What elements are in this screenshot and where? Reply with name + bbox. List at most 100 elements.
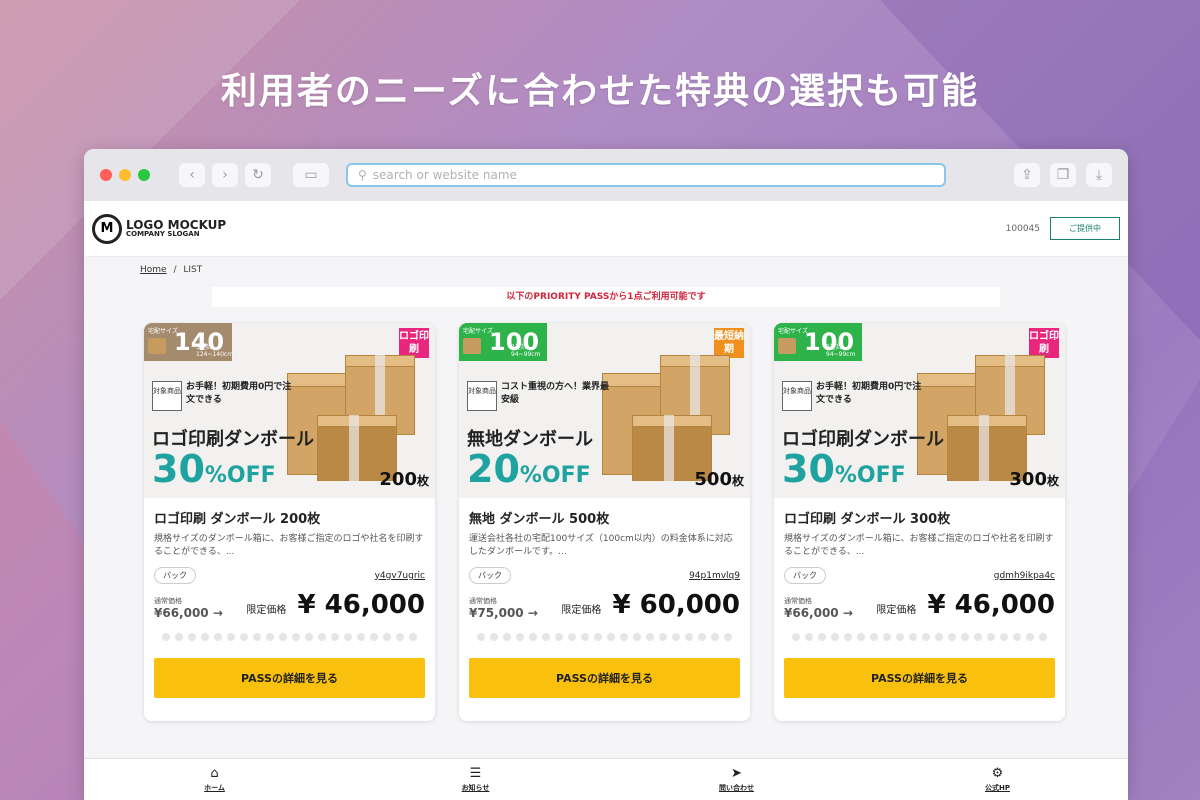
- target-label: 対象商品: [467, 381, 497, 411]
- tabs-icon[interactable]: ❐: [1050, 163, 1076, 187]
- sale-price-label: 限定価格: [876, 605, 917, 616]
- quantity-unit: 枚: [416, 474, 429, 488]
- size-label: 宅配サイズ: [778, 328, 808, 335]
- pass-detail-button[interactable]: PASSの詳細を見る: [154, 658, 425, 698]
- discount-value: 30: [782, 447, 835, 491]
- address-bar[interactable]: ⚲ search or website name: [346, 163, 946, 187]
- category-tag: パック: [784, 567, 826, 584]
- size-label: 宅配サイズ: [463, 328, 493, 335]
- pass-code[interactable]: gdmh9ikpa4c: [994, 571, 1055, 581]
- size-range: 3辺計 124~140cm: [196, 344, 234, 358]
- discount-value: 30: [152, 447, 205, 491]
- box-icon: [778, 338, 796, 354]
- size-badge: 宅配サイズ 140 3辺計 124~140cm: [144, 323, 234, 361]
- discount-unit: %OFF: [204, 463, 276, 488]
- regular-price: ¥66,000 →: [784, 606, 853, 620]
- product-banner: 宅配サイズ 100 3辺計 94~99cm 最短納期 対象商品 コスト重視の方へ…: [459, 323, 750, 498]
- quantity-unit: 枚: [1046, 474, 1059, 488]
- target-label: 対象商品: [152, 381, 182, 411]
- regular-price: ¥75,000 →: [469, 606, 538, 620]
- box-icon: [148, 338, 166, 354]
- pass-code[interactable]: y4gv7ugric: [375, 571, 425, 581]
- list-icon: ☰: [469, 766, 482, 781]
- card-description: 運送会社各社の宅配100サイズ（100cm以内）の料金体系に対応したダンボールで…: [469, 534, 733, 557]
- nav-label: 公式HP: [985, 784, 1010, 792]
- pass-card[interactable]: 宅配サイズ 100 3辺計 94~99cm 最短納期 対象商品 コスト重視の方へ…: [459, 323, 750, 721]
- nav-item-home[interactable]: ⌂ ホーム: [84, 759, 345, 800]
- nav-label: 問い合わせ: [719, 784, 754, 792]
- logo-mark-icon: M: [92, 213, 122, 244]
- discount-unit: %OFF: [834, 463, 906, 488]
- product-banner: 宅配サイズ 100 3辺計 94~99cm ロゴ印刷 対象商品 お手軽！初期費用…: [774, 323, 1065, 498]
- sale-price: ¥ 60,000: [612, 590, 740, 620]
- perforation-divider: [144, 630, 435, 644]
- nav-item-contact[interactable]: ➤ 問い合わせ: [606, 759, 867, 800]
- pass-card-list: 宅配サイズ 140 3辺計 124~140cm ロゴ印刷 対象商品 お手軽！初期…: [144, 323, 1128, 721]
- breadcrumb-home-link[interactable]: Home: [140, 265, 167, 275]
- cardboard-box-illustration: [907, 345, 1057, 485]
- sale-price: ¥ 46,000: [927, 590, 1055, 620]
- notice-banner: 以下のPRIORITY PASSから1点ご利用可能です: [212, 287, 1000, 307]
- close-window-button[interactable]: [100, 169, 112, 181]
- browser-toolbar: ‹ › ↻ ▭ ⚲ search or website name ⇪ ❐ ⤓: [84, 149, 1128, 201]
- site-logo[interactable]: M LOGO MOCKUP COMPANY SLOGAN: [92, 213, 226, 244]
- pass-card[interactable]: 宅配サイズ 140 3辺計 124~140cm ロゴ印刷 対象商品 お手軽！初期…: [144, 323, 435, 721]
- perforation-divider: [774, 630, 1065, 644]
- forward-icon[interactable]: ›: [212, 163, 238, 187]
- nav-item-official-site[interactable]: ⚙ 公式HP: [867, 759, 1128, 800]
- share-icon[interactable]: ⇪: [1014, 163, 1040, 187]
- regular-price: ¥66,000 →: [154, 606, 223, 620]
- product-banner: 宅配サイズ 140 3辺計 124~140cm ロゴ印刷 対象商品 お手軽！初期…: [144, 323, 435, 498]
- discount: 20%OFF: [467, 447, 591, 491]
- quantity-value: 300: [1009, 469, 1047, 490]
- maximize-window-button[interactable]: [138, 169, 150, 181]
- quantity-value: 500: [694, 469, 732, 490]
- cardboard-box-illustration: [592, 345, 742, 485]
- nav-item-news[interactable]: ☰ お知らせ: [345, 759, 606, 800]
- sidebar-icon[interactable]: ▭: [293, 163, 329, 187]
- card-title: 無地 ダンボール 500枚: [469, 512, 610, 527]
- discount-value: 20: [467, 447, 520, 491]
- quantity-unit: 枚: [731, 474, 744, 488]
- size-range: 3辺計 94~99cm: [826, 344, 856, 358]
- status-button[interactable]: ご提供中: [1050, 217, 1120, 240]
- quantity: 200枚: [379, 469, 429, 490]
- minimize-window-button[interactable]: [119, 169, 131, 181]
- reload-icon[interactable]: ↻: [245, 163, 271, 187]
- discount: 30%OFF: [782, 447, 906, 491]
- perforation-divider: [459, 630, 750, 644]
- pass-detail-button[interactable]: PASSの詳細を見る: [784, 658, 1055, 698]
- send-icon: ➤: [731, 766, 742, 781]
- size-badge: 宅配サイズ 100 3辺計 94~99cm: [774, 323, 863, 361]
- catch-copy: お手軽！初期費用0円で注文できる: [816, 382, 922, 405]
- card-description: 規格サイズのダンボール箱に、お客様ご指定のロゴや社名を印刷することができる、..…: [154, 534, 424, 557]
- discount-unit: %OFF: [519, 463, 591, 488]
- browser-window: ‹ › ↻ ▭ ⚲ search or website name ⇪ ❐ ⤓ M…: [84, 149, 1128, 800]
- sale-price-label: 限定価格: [246, 605, 287, 616]
- card-description: 規格サイズのダンボール箱に、お客様ご指定のロゴや社名を印刷することができる、..…: [784, 534, 1054, 557]
- catch-copy: コスト重視の方へ！業界最安級: [501, 382, 610, 405]
- pass-card[interactable]: 宅配サイズ 100 3辺計 94~99cm ロゴ印刷 対象商品 お手軽！初期費用…: [774, 323, 1065, 721]
- back-icon[interactable]: ‹: [179, 163, 205, 187]
- regular-price-label: 通常価格: [784, 597, 812, 605]
- breadcrumb: Home / LIST: [140, 265, 1128, 275]
- sale-price-label: 限定価格: [561, 605, 602, 616]
- pass-code[interactable]: 94p1mvlq9: [689, 571, 740, 581]
- quantity: 500枚: [694, 469, 744, 490]
- size-range: 3辺計 94~99cm: [511, 344, 541, 358]
- category-tag: パック: [154, 567, 196, 584]
- quantity-value: 200: [379, 469, 417, 490]
- quantity: 300枚: [1009, 469, 1059, 490]
- gear-icon: ⚙: [991, 766, 1004, 781]
- address-placeholder: search or website name: [372, 168, 517, 182]
- card-title: ロゴ印刷 ダンボール 300枚: [784, 512, 951, 527]
- cardboard-box-illustration: [277, 345, 427, 485]
- discount: 30%OFF: [152, 447, 276, 491]
- logo-slogan: COMPANY SLOGAN: [126, 230, 200, 238]
- bottom-navigation: ⌂ ホーム ☰ お知らせ ➤ 問い合わせ ⚙ 公式HP: [84, 758, 1128, 800]
- site-header: M LOGO MOCKUP COMPANY SLOGAN 100045 ご提供中: [84, 201, 1128, 257]
- pass-detail-button[interactable]: PASSの詳細を見る: [469, 658, 740, 698]
- regular-price-label: 通常価格: [154, 597, 182, 605]
- page-headline: 利用者のニーズに合わせた特典の選択も可能: [220, 71, 980, 112]
- download-icon[interactable]: ⤓: [1086, 163, 1112, 187]
